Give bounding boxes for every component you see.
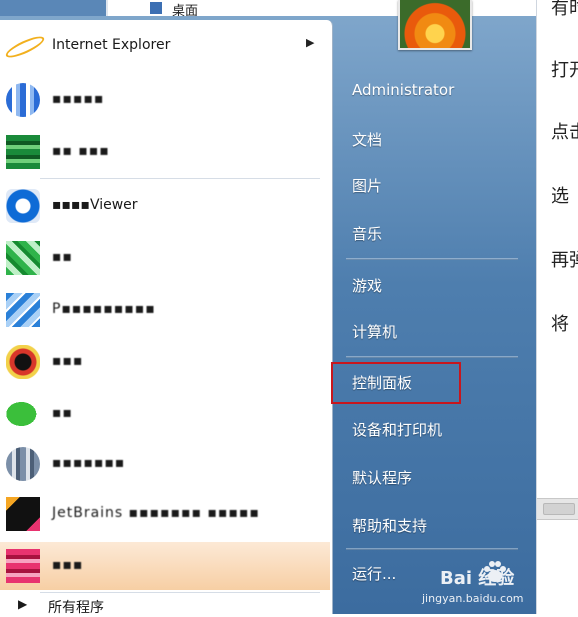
- annotation-highlight-box: [331, 362, 461, 404]
- right-item-user[interactable]: Administrator: [336, 72, 526, 112]
- menu-item-internet-explorer[interactable]: Internet Explorer ▶: [0, 22, 330, 70]
- baidu-watermark: Bai 经验 jingyan.baidu.com: [414, 556, 564, 612]
- menu-item-label: ▪▪ ▪▪▪: [52, 143, 110, 159]
- app-icon: [6, 241, 40, 275]
- menu-item-label: ▪▪▪: [52, 557, 84, 573]
- app-icon: [6, 549, 40, 583]
- doc-line: 有时候: [551, 0, 578, 19]
- app-icon: [6, 293, 40, 327]
- right-item-computer[interactable]: 计算机: [336, 312, 526, 352]
- all-programs-button[interactable]: ▶ 所有程序: [0, 596, 330, 616]
- menu-item-label: ▪▪▪▪Viewer: [52, 197, 138, 213]
- menu-item-label: Internet Explorer: [52, 37, 171, 53]
- start-menu-programs-panel: Internet Explorer ▶ ▪▪▪▪▪ ▪▪ ▪▪▪ ▪▪▪▪Vie…: [0, 20, 333, 616]
- menu-item-obscured-app[interactable]: ▪▪▪▪▪▪▪: [0, 440, 330, 488]
- desktop-icon: [150, 2, 162, 14]
- menu-item-label: JetBrains ▪▪▪▪▪▪▪ ▪▪▪▪▪: [52, 505, 260, 521]
- right-item-label: Administrator: [352, 81, 455, 99]
- menu-divider: [40, 592, 320, 593]
- right-item-label: 设备和打印机: [352, 421, 443, 439]
- right-item-games[interactable]: 游戏: [336, 266, 526, 306]
- paw-icon: [484, 561, 506, 582]
- right-item-label: 运行...: [352, 565, 397, 583]
- jetbrains-icon: [6, 497, 40, 531]
- menu-item-label: P▪▪▪▪▪▪▪▪▪: [52, 301, 156, 317]
- menu-item-obscured-app[interactable]: ▪▪▪▪▪: [0, 76, 330, 124]
- right-item-default-programs[interactable]: 默认程序: [336, 458, 526, 498]
- right-item-music[interactable]: 音乐: [336, 214, 526, 254]
- app-icon: [6, 447, 40, 481]
- internet-explorer-icon: [6, 29, 40, 63]
- right-item-help-support[interactable]: 帮助和支持: [336, 506, 526, 546]
- menu-item-label: ▪▪: [52, 249, 73, 265]
- horizontal-scrollbar[interactable]: [537, 498, 578, 520]
- menu-item-obscured-app[interactable]: P▪▪▪▪▪▪▪▪▪: [0, 286, 330, 334]
- right-item-label: 游戏: [352, 277, 383, 295]
- all-programs-label: 所有程序: [48, 600, 104, 616]
- right-item-devices-printers[interactable]: 设备和打印机: [336, 410, 526, 450]
- menu-item-label: ▪▪▪: [52, 353, 84, 369]
- doc-line: 再弹: [551, 250, 578, 271]
- menu-divider: [40, 178, 320, 179]
- scrollbar-thumb[interactable]: [543, 503, 575, 515]
- app-icon: [6, 345, 40, 379]
- menu-item-jetbrains[interactable]: JetBrains ▪▪▪▪▪▪▪ ▪▪▪▪▪: [0, 490, 330, 538]
- right-item-label: 帮助和支持: [352, 517, 428, 535]
- doc-line: 选: [551, 186, 569, 207]
- all-programs-arrow-icon: ▶: [18, 597, 28, 611]
- menu-item-highlighted[interactable]: ▪▪▪: [0, 542, 330, 590]
- right-item-label: 音乐: [352, 225, 383, 243]
- right-item-label: 文档: [352, 131, 383, 149]
- right-separator: [346, 548, 518, 550]
- right-item-pictures[interactable]: 图片: [336, 166, 526, 206]
- watermark-site: jingyan.baidu.com: [422, 592, 524, 605]
- menu-item-obscured-app[interactable]: ▪▪▪: [0, 338, 330, 386]
- app-icon: [6, 135, 40, 169]
- right-item-label: 默认程序: [352, 469, 413, 487]
- menu-item-obscured-app[interactable]: ▪▪: [0, 390, 330, 438]
- menu-item-label: ▪▪: [52, 405, 73, 421]
- doc-line: 点击: [551, 122, 578, 143]
- background-document: 有时候 打开 点击 选 再弹 将: [536, 0, 578, 614]
- right-separator: [346, 356, 518, 358]
- doc-line: 将: [551, 314, 569, 335]
- menu-item-label: ▪▪▪▪▪: [52, 91, 105, 107]
- menu-item-obscured-app[interactable]: ▪▪ ▪▪▪: [0, 128, 330, 176]
- right-item-label: 图片: [352, 177, 383, 195]
- menu-item-obscured-app[interactable]: ▪▪: [0, 234, 330, 282]
- right-item-documents[interactable]: 文档: [336, 120, 526, 160]
- menu-item-label: ▪▪▪▪▪▪▪: [52, 455, 126, 471]
- menu-item-viewer[interactable]: ▪▪▪▪Viewer: [0, 182, 330, 230]
- submenu-arrow-icon: ▶: [306, 36, 315, 49]
- right-separator: [346, 258, 518, 260]
- right-item-label: 计算机: [352, 323, 398, 341]
- user-avatar[interactable]: [398, 0, 472, 50]
- wechat-icon: [6, 397, 40, 431]
- app-icon: [6, 83, 40, 117]
- teamviewer-icon: [6, 189, 40, 223]
- doc-line: 打开: [551, 60, 578, 81]
